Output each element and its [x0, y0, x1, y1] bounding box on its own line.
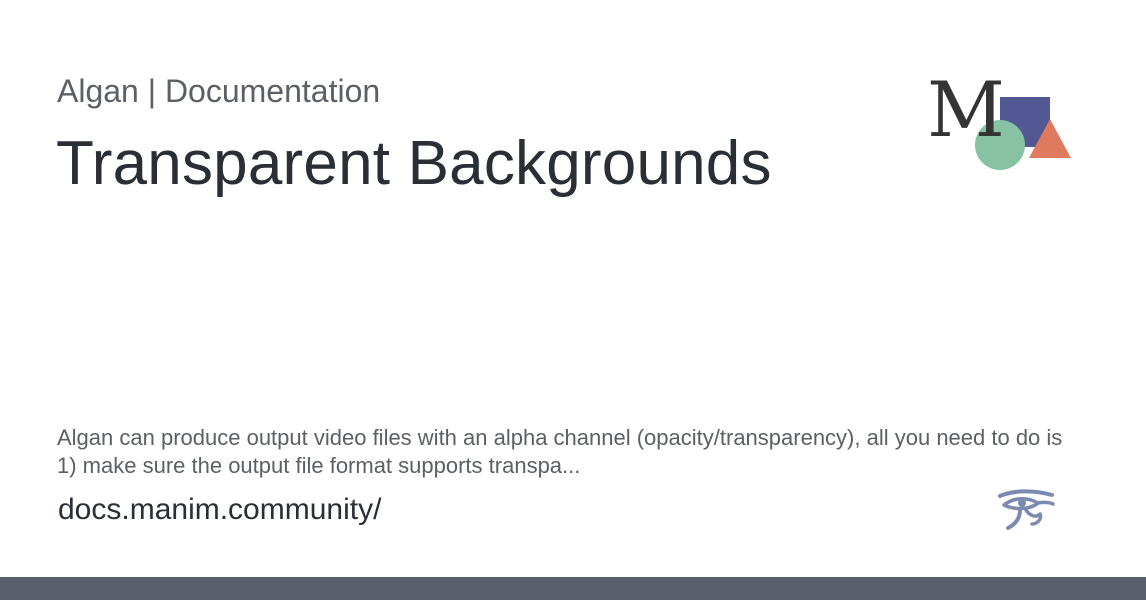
bottom-bar — [0, 577, 1146, 600]
page-title: Transparent Backgrounds — [56, 129, 772, 198]
logo-letter: M — [927, 70, 1005, 154]
eye-of-horus-icon — [998, 489, 1055, 530]
site-domain: docs.manim.community/ — [58, 493, 382, 526]
page-description: Algan can produce output video files wit… — [57, 425, 1063, 478]
site-name: Algan | Documentation — [57, 73, 381, 109]
manim-logo-icon: M — [927, 70, 1071, 170]
